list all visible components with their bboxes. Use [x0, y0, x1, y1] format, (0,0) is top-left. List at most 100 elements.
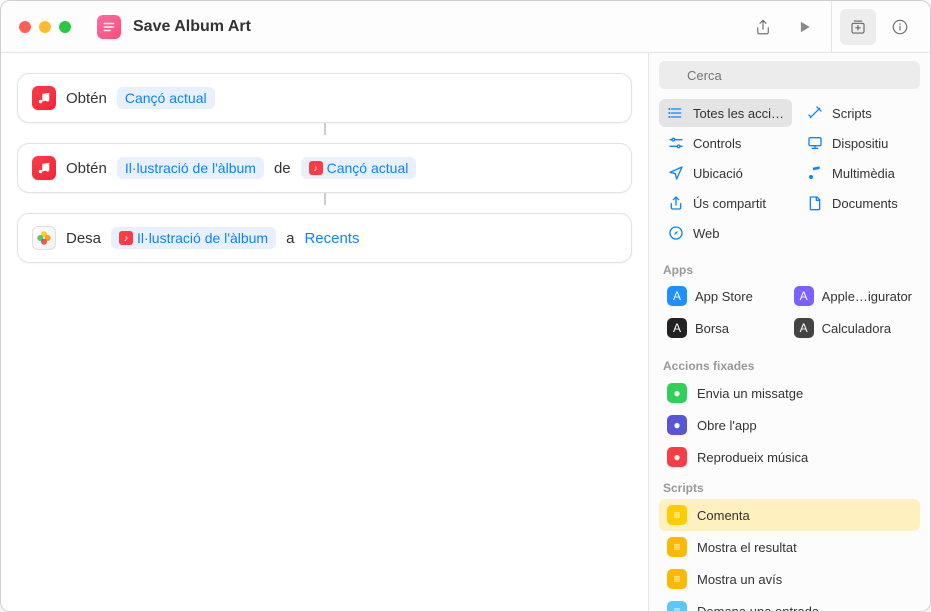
category-item[interactable]: Web [659, 219, 792, 247]
pinned-action-item[interactable]: ● Obre l'app [659, 409, 920, 441]
action-label: Comenta [697, 508, 750, 523]
action-label: Demana una entrada [697, 604, 819, 612]
category-item[interactable]: Dispositiu [798, 129, 920, 157]
category-item[interactable]: Totes les acci… [659, 99, 792, 127]
music-mini-icon: ♪ [119, 231, 133, 245]
actions-sidebar: Totes les acci… Scripts Controls Dispositiu… [648, 53, 930, 611]
sliders-icon [667, 134, 685, 152]
category-item[interactable]: Documents [798, 189, 920, 217]
action-variable-token[interactable]: ♪ Il·lustració de l'àlbum [111, 227, 276, 249]
action-label: Mostra el resultat [697, 540, 797, 555]
pinned-action-item[interactable]: ● Reprodueix música [659, 441, 920, 473]
share-icon [667, 194, 685, 212]
run-icon[interactable] [787, 9, 823, 45]
action-label: Mostra un avís [697, 572, 782, 587]
action-icon: ● [667, 447, 687, 467]
category-label: Ús compartit [693, 196, 766, 211]
action-card[interactable]: Desa ♪ Il·lustració de l'àlbum a Recents [17, 213, 632, 263]
script-action-item[interactable]: ≡ Mostra el resultat [659, 531, 920, 563]
body: Obtén Cançó actual Obtén Il·lustració de… [1, 53, 930, 611]
apps-grid: A App Store A Apple…igurator ABorsa A Calculad… [649, 281, 930, 351]
token-label: Cançó actual [327, 160, 409, 176]
section-header-apps: Apps [649, 255, 930, 281]
app-label: Calculadora [822, 321, 891, 336]
app-icon: A [667, 286, 687, 306]
window: Save Album Art Obtén Can [0, 0, 931, 612]
app-icon: A [794, 318, 814, 338]
section-header-pinned: Accions fixades [649, 351, 930, 377]
action-verb: Obtén [66, 90, 107, 107]
app-label: App Store [695, 289, 753, 304]
category-item[interactable]: Controls [659, 129, 792, 157]
maximize-window-button[interactable] [59, 21, 71, 33]
scripts-list: ≡ Comenta ≡ Mostra el resultat ≡ Mostra un av… [649, 499, 930, 611]
script-action-item[interactable]: ≡ Comenta [659, 499, 920, 531]
desktop-icon [806, 134, 824, 152]
action-icon: ≡ [667, 537, 687, 557]
category-grid: Totes les acci… Scripts Controls Dispositiu… [649, 95, 930, 255]
action-icon: ≡ [667, 601, 687, 611]
category-label: Controls [693, 136, 741, 151]
action-text: a [286, 230, 294, 247]
action-icon: ● [667, 383, 687, 403]
action-label: Envia un missatge [697, 386, 803, 401]
close-window-button[interactable] [19, 21, 31, 33]
music-icon [32, 156, 56, 180]
action-verb: Desa [66, 230, 101, 247]
titlebar-actions [745, 1, 930, 52]
category-label: Totes les acci… [693, 106, 784, 121]
pinned-list: ● Envia un missatge ● Obre l'app ● Reprodueix… [649, 377, 930, 473]
action-variable-token[interactable]: ♪ Cançó actual [301, 157, 417, 179]
app-label: Apple…igurator [822, 289, 912, 304]
shortcut-app-icon [97, 15, 121, 39]
category-label: Multimèdia [832, 166, 895, 181]
titlebar: Save Album Art [1, 1, 930, 53]
category-label: Scripts [832, 106, 872, 121]
action-card[interactable]: Obtén Cançó actual [17, 73, 632, 123]
music-note-icon [806, 164, 824, 182]
app-item[interactable]: A Calculadora [786, 313, 920, 343]
list-icon [667, 104, 685, 122]
location-icon [667, 164, 685, 182]
app-item[interactable]: A App Store [659, 281, 780, 311]
window-title: Save Album Art [133, 18, 251, 36]
app-item[interactable]: ABorsa [659, 313, 780, 343]
action-link[interactable]: Recents [304, 230, 359, 247]
action-icon: ● [667, 415, 687, 435]
action-token[interactable]: Il·lustració de l'àlbum [117, 157, 264, 179]
wand-icon [806, 104, 824, 122]
action-icon: ≡ [667, 505, 687, 525]
category-label: Dispositiu [832, 136, 888, 151]
action-connector [17, 193, 632, 205]
pinned-action-item[interactable]: ● Envia un missatge [659, 377, 920, 409]
info-icon[interactable] [882, 9, 918, 45]
category-item[interactable]: Multimèdia [798, 159, 920, 187]
workflow-canvas[interactable]: Obtén Cançó actual Obtén Il·lustració de… [1, 53, 648, 611]
action-label: Obre l'app [697, 418, 757, 433]
category-item[interactable]: Scripts [798, 99, 920, 127]
music-mini-icon: ♪ [309, 161, 323, 175]
search-input[interactable] [659, 61, 920, 89]
action-verb: Obtén [66, 160, 107, 177]
action-card[interactable]: Obtén Il·lustració de l'àlbum de ♪ Cançó… [17, 143, 632, 193]
script-action-item[interactable]: ≡ Mostra un avís [659, 563, 920, 595]
category-item[interactable]: Ús compartit [659, 189, 792, 217]
search-row [649, 53, 930, 95]
minimize-window-button[interactable] [39, 21, 51, 33]
action-token[interactable]: Cançó actual [117, 87, 215, 109]
app-label: Borsa [695, 321, 729, 336]
share-icon[interactable] [745, 9, 781, 45]
library-icon[interactable] [840, 9, 876, 45]
action-text: de [274, 160, 291, 177]
app-icon: A [794, 286, 814, 306]
action-label: Reprodueix música [697, 450, 808, 465]
script-action-item[interactable]: ≡ Demana una entrada [659, 595, 920, 611]
category-label: Ubicació [693, 166, 743, 181]
action-icon: ≡ [667, 569, 687, 589]
app-item[interactable]: A Apple…igurator [786, 281, 920, 311]
section-header-scripts: Scripts [649, 473, 930, 499]
category-item[interactable]: Ubicació [659, 159, 792, 187]
action-connector [17, 123, 632, 135]
category-label: Web [693, 226, 720, 241]
token-label: Il·lustració de l'àlbum [137, 230, 268, 246]
